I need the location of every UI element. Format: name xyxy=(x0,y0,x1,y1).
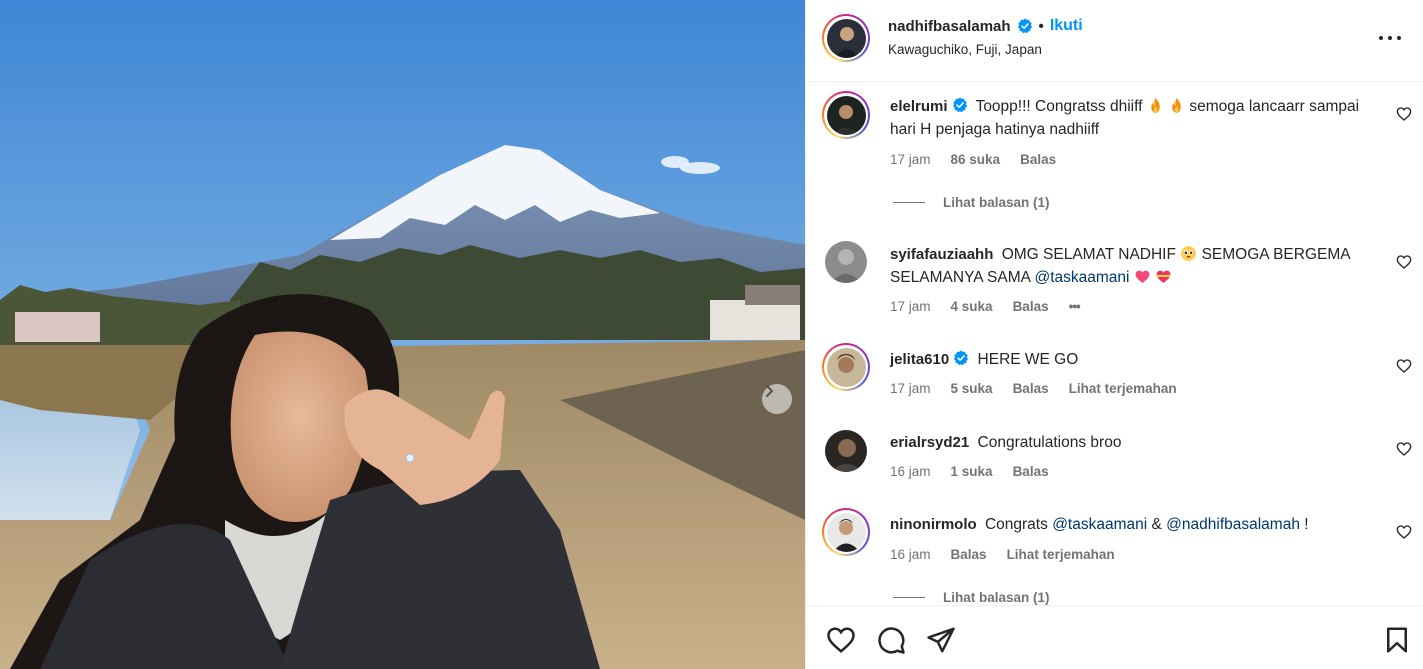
chevron-right-icon xyxy=(766,385,773,397)
fire-emoji-icon xyxy=(1172,98,1181,113)
comment-username[interactable]: jelita610 xyxy=(890,351,949,368)
comment-text: HERE WE GO xyxy=(977,351,1079,368)
verified-badge-icon xyxy=(1017,18,1032,34)
commenter-avatar[interactable] xyxy=(822,343,870,391)
reply-button[interactable]: Balas xyxy=(951,547,987,562)
verified-badge-icon xyxy=(952,97,967,113)
comment-body: syifafauziaahh OMG SELAMAT NADHIF SEMOGA… xyxy=(890,243,1370,289)
commenter-avatar-image xyxy=(825,241,867,283)
post-side-panel: nadhifbasalamah • Ikuti Kawaguchiko, Fuj… xyxy=(805,0,1423,669)
comment-likes[interactable]: 1 suka xyxy=(951,464,993,479)
heart-icon[interactable] xyxy=(1396,358,1412,374)
post-media[interactable] xyxy=(0,0,805,669)
commenter-avatar[interactable] xyxy=(822,508,870,556)
commenter-avatar-image xyxy=(826,512,866,552)
fire-emoji-icon xyxy=(1151,98,1160,113)
comment-text: OMG SELAMAT NADHIF xyxy=(1001,246,1176,263)
reply-button[interactable]: Balas xyxy=(1020,152,1056,167)
view-replies-button[interactable]: Lihat balasan (1) xyxy=(893,195,1050,210)
comment-likes[interactable]: 86 suka xyxy=(951,152,1001,167)
commenter-avatar-image xyxy=(826,95,866,135)
more-horizontal-icon xyxy=(1379,36,1401,40)
comment-body: ninonirmolo Congrats @taskaamani & @nadh… xyxy=(890,513,1370,536)
comment-likes[interactable]: 5 suka xyxy=(951,381,993,396)
bookmark-icon[interactable] xyxy=(1382,625,1412,655)
author-avatar-image xyxy=(826,18,866,58)
heart-icon[interactable] xyxy=(1396,106,1412,122)
comment-more-button[interactable]: ••• xyxy=(1069,299,1081,314)
comment-mention[interactable]: @taskaamani xyxy=(1052,516,1147,533)
comment-body: jelita610 HERE WE GO xyxy=(890,348,1370,371)
comment-text: Congrats xyxy=(984,516,1048,533)
heart-icon[interactable] xyxy=(1396,254,1412,270)
replies-divider-line xyxy=(893,597,925,598)
commenter-avatar-image xyxy=(826,347,866,387)
reply-button[interactable]: Balas xyxy=(1013,299,1049,314)
view-replies-label: Lihat balasan (1) xyxy=(943,195,1050,210)
instagram-post: nadhifbasalamah • Ikuti Kawaguchiko, Fuj… xyxy=(0,0,1423,669)
follow-button[interactable]: Ikuti xyxy=(1050,17,1083,35)
comment-time[interactable]: 17 jam xyxy=(890,152,931,167)
post-header: nadhifbasalamah • Ikuti Kawaguchiko, Fuj… xyxy=(806,0,1423,82)
heart-icon[interactable] xyxy=(1396,524,1412,540)
comment-time[interactable]: 17 jam xyxy=(890,299,931,314)
comment-body: erialrsyd21 Congratulations broo xyxy=(890,431,1370,454)
comment-text: Toopp!!! Congratss dhiiff xyxy=(975,98,1143,115)
post-photo xyxy=(0,0,805,669)
author-username[interactable]: nadhifbasalamah xyxy=(888,18,1011,35)
verified-badge-icon xyxy=(954,350,969,366)
post-action-bar xyxy=(806,605,1423,669)
comment-likes[interactable]: 4 suka xyxy=(951,299,993,314)
comment-meta: 17 jam 4 suka Balas ••• xyxy=(890,299,1081,314)
author-line: nadhifbasalamah • Ikuti xyxy=(888,17,1083,35)
heart-pulse-emoji-icon xyxy=(1135,270,1150,283)
comment-time[interactable]: 17 jam xyxy=(890,381,931,396)
reply-button[interactable]: Balas xyxy=(1013,381,1049,396)
commenter-avatar-image xyxy=(825,430,867,472)
comment-username[interactable]: syifafauziaahh xyxy=(890,246,993,263)
comments-list[interactable]: elelrumi Toopp!!! Congratss dhiiff semog… xyxy=(806,83,1423,605)
replies-divider-line xyxy=(893,202,925,203)
author-avatar[interactable] xyxy=(822,14,870,62)
comment-meta: 17 jam 86 suka Balas xyxy=(890,152,1056,167)
translate-button[interactable]: Lihat terjemahan xyxy=(1007,547,1115,562)
comment-time[interactable]: 16 jam xyxy=(890,464,931,479)
comment-ampersand: & xyxy=(1151,516,1162,533)
comment-username[interactable]: ninonirmolo xyxy=(890,516,977,533)
comment-username[interactable]: erialrsyd21 xyxy=(890,434,969,451)
commenter-avatar[interactable] xyxy=(825,430,867,472)
comment-username[interactable]: elelrumi xyxy=(890,98,948,115)
comment-tail: ! xyxy=(1304,516,1309,533)
comment-mention[interactable]: @nadhifbasalamah xyxy=(1166,516,1300,533)
comment-time[interactable]: 16 jam xyxy=(890,547,931,562)
view-replies-label: Lihat balasan (1) xyxy=(943,590,1050,605)
view-replies-button[interactable]: Lihat balasan (1) xyxy=(893,590,1050,605)
translate-button[interactable]: Lihat terjemahan xyxy=(1069,381,1177,396)
reply-button[interactable]: Balas xyxy=(1013,464,1049,479)
comment-meta: 16 jam Balas Lihat terjemahan xyxy=(890,547,1115,562)
commenter-avatar[interactable] xyxy=(825,241,867,283)
comment-body: elelrumi Toopp!!! Congratss dhiiff semog… xyxy=(890,95,1370,141)
heart-icon[interactable] xyxy=(1396,441,1412,457)
comment-meta: 16 jam 1 suka Balas xyxy=(890,464,1049,479)
next-photo-button[interactable] xyxy=(762,384,792,414)
separator-dot: • xyxy=(1038,17,1044,35)
commenter-avatar[interactable] xyxy=(822,91,870,139)
comment-meta: 17 jam 5 suka Balas Lihat terjemahan xyxy=(890,381,1177,396)
comment-text: Congratulations broo xyxy=(977,434,1122,451)
comment-icon[interactable] xyxy=(876,625,906,655)
pleading-face-emoji-icon xyxy=(1181,246,1197,261)
post-location[interactable]: Kawaguchiko, Fuji, Japan xyxy=(888,42,1042,57)
more-options-button[interactable] xyxy=(1373,26,1407,50)
heart-icon[interactable] xyxy=(826,625,856,655)
comment-mention[interactable]: @taskaamani xyxy=(1034,269,1129,286)
heart-ribbon-emoji-icon xyxy=(1156,270,1171,283)
send-icon[interactable] xyxy=(926,625,956,655)
